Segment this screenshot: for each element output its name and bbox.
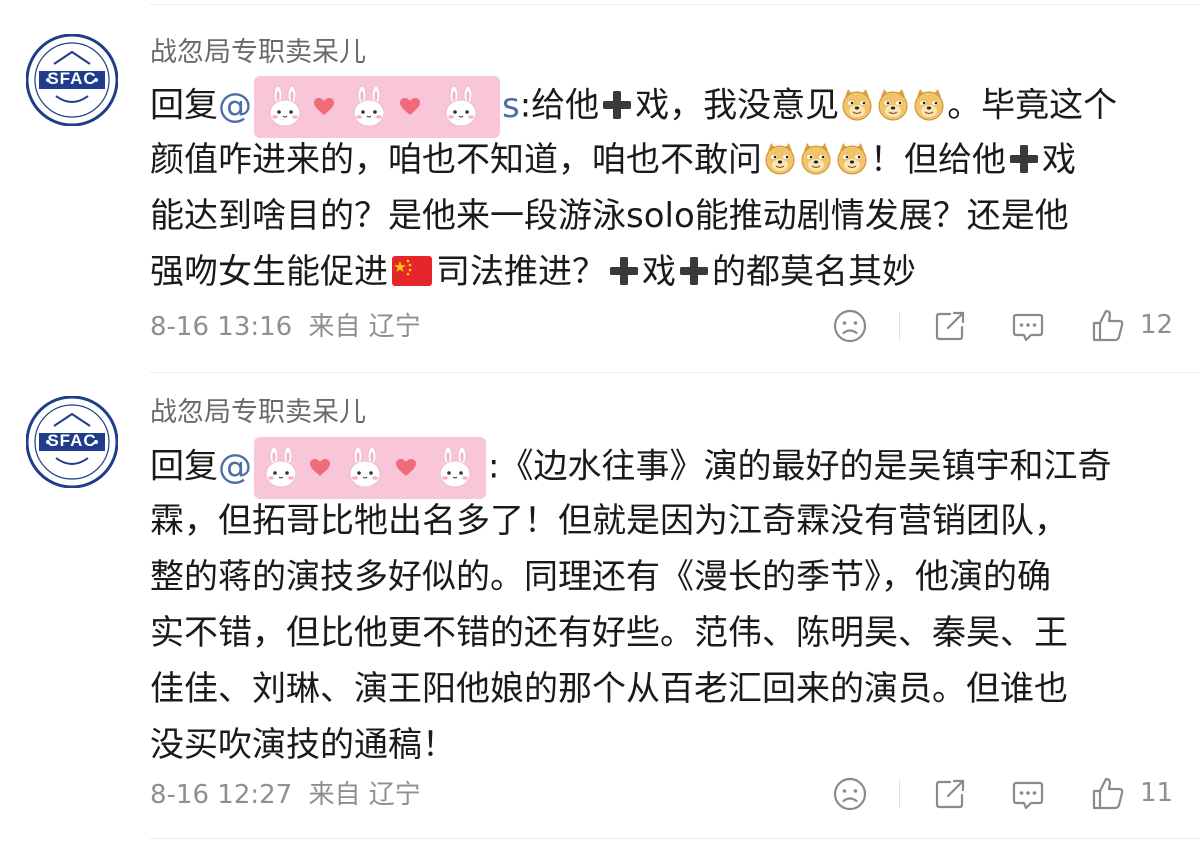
bunny-icon: [348, 86, 390, 128]
comment-actions: 11: [830, 774, 1180, 814]
bunny-icon: [440, 86, 482, 128]
heart-icon: [310, 459, 330, 477]
action-divider: [899, 312, 900, 340]
comment-text: 回复@ :《边水往事》演的最好的是吴镇宇和江奇 霖，但拓哥比牠出名多了！但就是因…: [150, 437, 1180, 773]
avatar[interactable]: SFAC: [26, 34, 118, 126]
comment-time: 8-16 13:16: [150, 312, 293, 342]
like-count: 12: [1140, 310, 1174, 340]
comment-time: 8-16 12:27: [150, 780, 293, 810]
comment-actions: 12: [830, 306, 1180, 346]
sticker-mosaic: [254, 437, 486, 499]
heart-icon: [314, 98, 334, 116]
author-name[interactable]: 战忽局专职卖呆儿: [150, 36, 366, 70]
share-icon[interactable]: [930, 306, 970, 346]
heart-icon: [396, 459, 416, 477]
comment-location: 来自 辽宁: [308, 780, 421, 810]
comment-meta: 8-16 12:27 来自 辽宁: [150, 780, 421, 810]
plus-emoji-icon: [1008, 143, 1040, 175]
mention-link[interactable]: @: [218, 437, 488, 499]
doge-emoji-icon: [840, 87, 874, 121]
comment-text: 回复@ s:给他 戏，我没意见 。毕竟这个 颜值咋进来的，咱也不知道，咱也不敢问 ！但…: [150, 76, 1180, 300]
author-name[interactable]: 战忽局专职卖呆儿: [150, 396, 366, 430]
avatar-logo-text: SFAC: [47, 431, 97, 450]
doge-emoji-icon: [835, 141, 869, 175]
action-divider: [899, 780, 900, 808]
like-icon[interactable]: [1088, 774, 1128, 814]
reply-icon[interactable]: [1008, 774, 1048, 814]
doge-emoji-icon: [763, 141, 797, 175]
sticker-mosaic: [254, 76, 500, 138]
avatar[interactable]: SFAC: [26, 396, 118, 488]
plus-emoji-icon: [678, 255, 710, 287]
heart-icon: [400, 98, 420, 116]
bunny-icon: [260, 447, 302, 489]
comment-divider: [150, 372, 1200, 373]
doge-emoji-icon: [876, 87, 910, 121]
comment-location: 来自 辽宁: [308, 312, 421, 342]
bunny-icon: [264, 86, 306, 128]
bunny-icon: [434, 447, 476, 489]
bunny-icon: [344, 447, 386, 489]
like-count: 11: [1140, 778, 1174, 808]
mention-link[interactable]: @ s: [218, 76, 520, 138]
reply-prefix: 回复: [150, 85, 218, 126]
comment-meta: 8-16 13:16 来自 辽宁: [150, 312, 421, 342]
sad-face-icon[interactable]: [830, 306, 870, 346]
avatar-logo-text: SFAC: [47, 69, 97, 88]
top-divider: [150, 4, 1200, 5]
like-icon[interactable]: [1088, 306, 1128, 346]
plus-emoji-icon: [608, 255, 640, 287]
sad-face-icon[interactable]: [830, 774, 870, 814]
china-flag-icon: [392, 256, 432, 286]
plus-emoji-icon: [601, 89, 633, 121]
share-icon[interactable]: [930, 774, 970, 814]
doge-emoji-icon: [799, 141, 833, 175]
doge-emoji-icon: [912, 87, 946, 121]
reply-icon[interactable]: [1008, 306, 1048, 346]
comment-divider: [150, 838, 1200, 839]
